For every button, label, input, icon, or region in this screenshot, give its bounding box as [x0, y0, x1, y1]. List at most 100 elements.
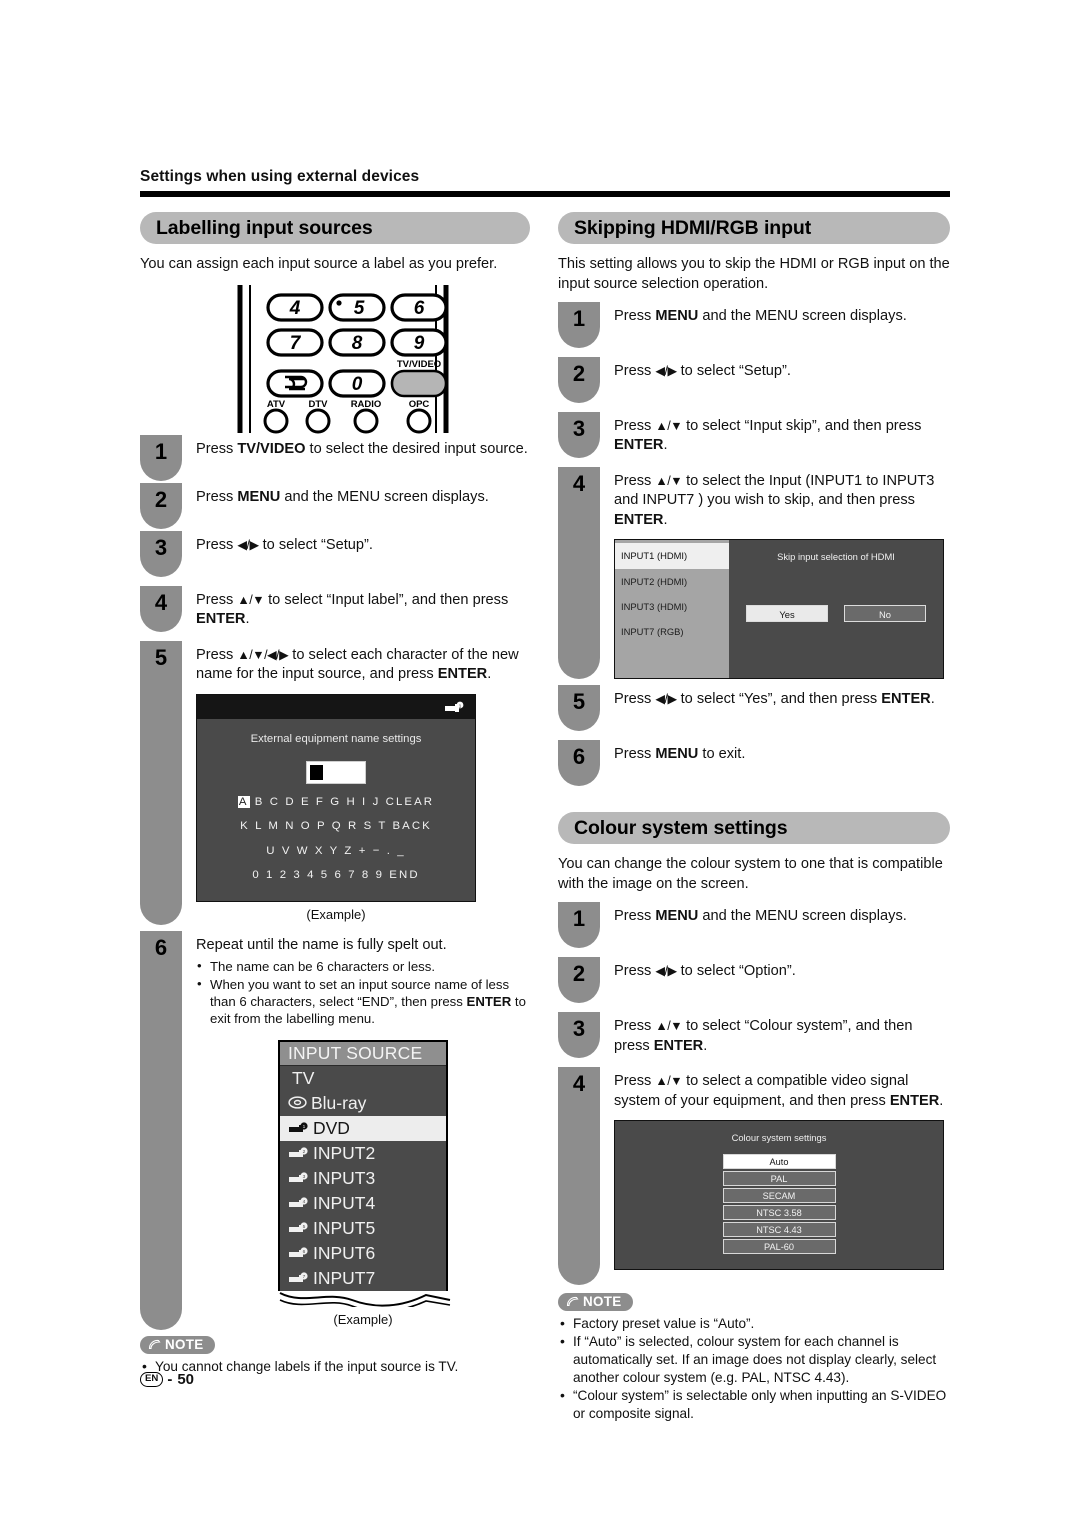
steps-colour: 1 Press MENU and the MENU screen display… — [558, 902, 950, 1286]
item-label: INPUT5 — [313, 1217, 376, 1238]
step-text-block: Press ▲/▼/◀/▶ to select each character o… — [182, 641, 530, 925]
input-source-header: INPUT SOURCE — [280, 1041, 446, 1067]
step-number-badge: 3 — [558, 412, 600, 458]
selected-char[interactable]: A — [237, 795, 250, 808]
no-button[interactable]: No — [844, 604, 926, 622]
screen-body: External equipment name settings A B C D… — [197, 719, 475, 901]
char-row-rest[interactable]: B C D E F G H I J CLEAR — [250, 796, 435, 808]
step-number-badge: 1 — [558, 302, 600, 348]
note-item: “Colour system” is selectable only when … — [558, 1386, 950, 1423]
steps-skipping: 1 Press MENU and the MENU screen display… — [558, 302, 950, 787]
step-number-badge: 4 — [558, 467, 600, 680]
step-number-badge: 1 — [140, 434, 182, 481]
skip-panel-title: Skip input selection of HDMI — [777, 551, 895, 563]
note-label: NOTE — [165, 1336, 204, 1352]
input-source-item-input5[interactable]: 5 INPUT5 — [280, 1216, 446, 1241]
screen-title: External equipment name settings — [250, 733, 422, 746]
input-source-item-tv[interactable]: TV — [280, 1066, 446, 1091]
note-item: If “Auto” is selected, colour system for… — [558, 1332, 950, 1387]
language-code: EN — [140, 1372, 164, 1387]
running-head: Settings when using external devices — [140, 168, 420, 185]
svg-text:6: 6 — [414, 298, 425, 319]
step-number-badge: 2 — [140, 482, 182, 529]
input-source-menu[interactable]: INPUT SOURCE TV Blu-ray 1 DVD 2 INPUT2 3… — [278, 1039, 451, 1330]
input-source-item-input6[interactable]: 6 INPUT6 — [280, 1241, 446, 1266]
skip-input-list[interactable]: INPUT1 (HDMI) INPUT2 (HDMI) INPUT3 (HDMI… — [615, 540, 729, 679]
note-list: You cannot change labels if the input so… — [140, 1357, 530, 1376]
svg-text:5: 5 — [303, 1224, 306, 1230]
item-label: TV — [292, 1067, 315, 1088]
colour-option-pal[interactable]: PAL — [722, 1171, 836, 1187]
note-block-left: NOTE You cannot change labels if the inp… — [140, 1335, 530, 1376]
bullet-item: When you want to set an input source nam… — [196, 975, 530, 1028]
item-label: INPUT2 — [313, 1142, 376, 1163]
svg-text:7: 7 — [290, 333, 302, 354]
item-label: INPUT7 — [313, 1267, 376, 1288]
note-label: NOTE — [583, 1294, 622, 1310]
figure-caption: (Example) — [306, 907, 366, 923]
input-source-item-bluray[interactable]: Blu-ray — [280, 1091, 446, 1116]
remote-svg: 4 5 6 7 8 9 0 TV/VIDEO ATV DTV RADIO OPC — [237, 284, 449, 433]
colour-option-ntsc358[interactable]: NTSC 3.58 — [722, 1205, 836, 1221]
step-row: 1 Press MENU and the MENU screen display… — [558, 302, 950, 348]
note-block-right: NOTE Factory preset value is “Auto”. If … — [558, 1293, 950, 1423]
intro-skipping: This setting allows you to skip the HDMI… — [558, 256, 950, 292]
step-number-badge: 4 — [140, 585, 182, 632]
input-connector-1-icon: 1 — [444, 700, 464, 719]
input-source-item-dvd[interactable]: 1 DVD — [280, 1116, 446, 1142]
external-equipment-name-screen: 1 External equipment name settings A B C… — [196, 694, 476, 903]
header-rule — [140, 191, 950, 197]
step-row: 1 Press MENU and the MENU screen display… — [558, 902, 950, 949]
step-number-badge: 6 — [558, 740, 600, 787]
step-row: 3 Press ▲/▼ to select “Input skip”, and … — [558, 412, 950, 458]
page-footer: EN - 50 — [140, 1371, 194, 1388]
skip-input-item-input3[interactable]: INPUT3 (HDMI) — [615, 594, 729, 619]
step-number-badge: 6 — [140, 930, 182, 1330]
skip-input-item-input7[interactable]: INPUT7 (RGB) — [615, 619, 729, 644]
colour-option-secam[interactable]: SECAM — [722, 1188, 836, 1204]
section-title-labelling: Labelling input sources — [140, 212, 530, 244]
svg-text:1: 1 — [303, 1124, 306, 1130]
input-source-item-input7[interactable]: 7 INPUT7 — [280, 1266, 446, 1291]
input-connector-3-icon: 3 — [288, 1169, 309, 1188]
step-number-badge: 3 — [558, 1012, 600, 1059]
remote-control-illustration: 4 5 6 7 8 9 0 TV/VIDEO ATV DTV RADIO OPC — [140, 283, 530, 435]
colour-option-pal60[interactable]: PAL-60 — [722, 1239, 836, 1255]
name-input-field[interactable] — [306, 760, 366, 784]
svg-text:1: 1 — [459, 704, 462, 709]
step-row: 6 Press MENU to exit. — [558, 740, 950, 787]
bullet-item: The name can be 6 characters or less. — [196, 957, 530, 975]
step-text: Press ▲/▼ to select “Colour system”, and… — [614, 1018, 913, 1054]
char-row[interactable]: 0 1 2 3 4 5 6 7 8 9 END — [197, 866, 475, 885]
step-text: Press ▲/▼ to select a compatible video s… — [614, 1073, 944, 1109]
disc-icon — [288, 1094, 307, 1113]
skip-input-item-input1[interactable]: INPUT1 (HDMI) — [615, 543, 729, 569]
step-row: 5 Press ◀/▶ to select “Yes”, and then pr… — [558, 685, 950, 732]
page-number: 50 — [177, 1371, 195, 1388]
step-text-block: Press ▲/▼ to select a compatible video s… — [600, 1067, 950, 1285]
skip-input-item-input2[interactable]: INPUT2 (HDMI) — [615, 569, 729, 594]
colour-option-ntsc443[interactable]: NTSC 4.43 — [722, 1222, 836, 1238]
item-label: Blu-ray — [311, 1092, 367, 1113]
step-text: Press ▲/▼ to select “Input skip”, and th… — [614, 418, 922, 454]
note-badge: NOTE — [558, 1293, 634, 1312]
svg-text:9: 9 — [414, 333, 425, 354]
figure-caption: (Example) — [333, 1312, 393, 1328]
char-row[interactable]: U V W X Y Z + − . _ — [197, 842, 475, 861]
yes-button[interactable]: Yes — [746, 604, 828, 622]
step-text: Press MENU and the MENU screen displays. — [196, 488, 489, 505]
intro-colour: You can change the colour system to one … — [558, 856, 943, 892]
colour-option-auto[interactable]: Auto — [722, 1154, 836, 1170]
step-text: Press ▲/▼/◀/▶ to select each character o… — [196, 646, 519, 682]
input-source-item-input2[interactable]: 2 INPUT2 — [280, 1141, 446, 1166]
input-connector-6-icon: 6 — [288, 1244, 309, 1263]
svg-text:ATV: ATV — [267, 399, 286, 410]
screen-title-bar: 1 — [197, 695, 475, 720]
input-source-item-input3[interactable]: 3 INPUT3 — [280, 1166, 446, 1191]
char-row[interactable]: K L M N O P Q R S T BACK — [197, 817, 475, 836]
input-source-item-input4[interactable]: 4 INPUT4 — [280, 1191, 446, 1216]
char-row[interactable]: A B C D E F G H I J CLEAR — [197, 793, 475, 812]
step-row: 5 Press ▲/▼/◀/▶ to select each character… — [140, 640, 530, 925]
step-number-badge: 4 — [558, 1067, 600, 1286]
footer-dash: - — [167, 1371, 173, 1388]
